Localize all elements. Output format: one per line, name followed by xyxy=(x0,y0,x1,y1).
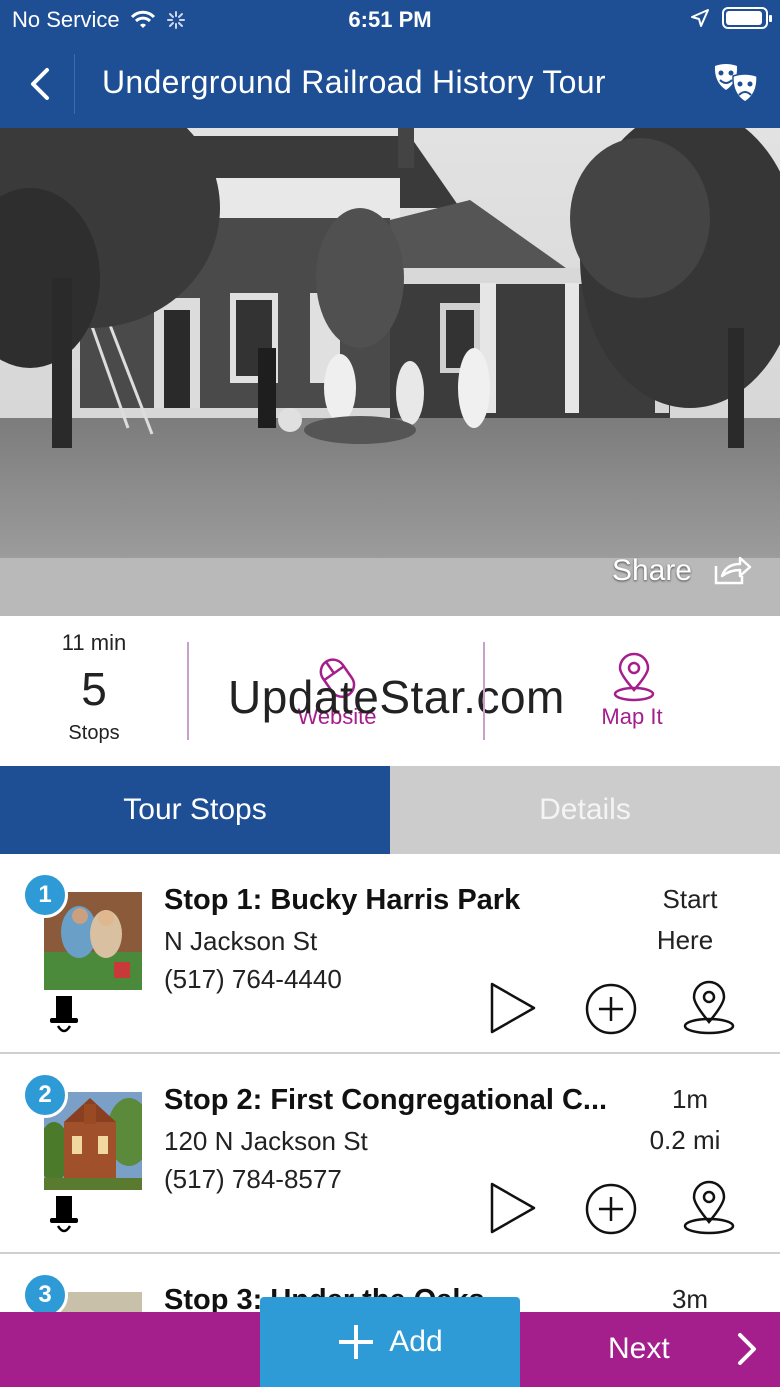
location-arrow-icon xyxy=(691,9,709,27)
stop-time-label: 1m xyxy=(671,1084,709,1114)
add-button[interactable]: Add xyxy=(260,1297,520,1387)
play-icon[interactable] xyxy=(488,980,538,1036)
status-bar: No Service 6:51 PM xyxy=(0,0,780,40)
list-item[interactable]: 1 Stop 1: Bucky Harris Park N Jackson St… xyxy=(0,854,780,1054)
info-divider xyxy=(187,642,189,740)
tab-tour-stops[interactable]: Tour Stops xyxy=(0,766,390,854)
stop-address: 120 N Jackson St xyxy=(164,1126,368,1156)
next-button[interactable]: Next xyxy=(520,1312,780,1387)
stop-number-badge: 2 xyxy=(22,1072,68,1118)
map-pin-icon xyxy=(613,652,655,702)
share-label: Share xyxy=(611,554,692,587)
info-divider xyxy=(483,642,485,740)
chevron-right-icon xyxy=(738,1333,756,1365)
stops-label: Stops xyxy=(68,722,120,744)
stops-count: 5 xyxy=(81,663,107,715)
play-icon[interactable] xyxy=(488,1180,538,1236)
share-icon xyxy=(714,556,752,585)
stop-name: Stop 2: First Congregational C... xyxy=(164,1084,608,1116)
historic-house-photo xyxy=(0,128,780,616)
clock: 6:51 PM xyxy=(348,7,432,32)
tab-bar: Tour Stops Details xyxy=(0,766,780,854)
map-it-button[interactable]: Map It xyxy=(486,616,780,766)
add-circle-icon[interactable] xyxy=(584,1182,638,1236)
tab-details[interactable]: Details xyxy=(390,766,780,854)
tour-duration: 11 min xyxy=(61,630,127,655)
tour-hero-image: Share xyxy=(0,128,780,616)
stop-name: Stop 1: Bucky Harris Park xyxy=(164,884,521,916)
map-pin-icon[interactable] xyxy=(682,1178,736,1236)
stop-number-badge: 1 xyxy=(22,872,68,918)
battery-level xyxy=(726,11,763,25)
tour-stats: 11 min 5 Stops xyxy=(0,616,188,766)
plus-icon xyxy=(339,1325,374,1359)
share-button[interactable]: Share xyxy=(612,554,752,588)
list-item[interactable]: 2 Stop 2: First Congregational C... 120 … xyxy=(0,1054,780,1254)
map-it-label: Map It xyxy=(601,704,663,729)
tour-stops-list: 1 Stop 1: Bucky Harris Park N Jackson St… xyxy=(0,854,780,1312)
stop-phone[interactable]: (517) 784-8577 xyxy=(164,1164,342,1195)
stop-phone[interactable]: (517) 764-4440 xyxy=(164,964,342,995)
top-hat-icon xyxy=(50,1196,78,1233)
add-circle-icon[interactable] xyxy=(584,982,638,1036)
top-hat-icon xyxy=(50,996,78,1033)
nav-divider xyxy=(74,54,75,114)
theater-masks-icon[interactable] xyxy=(712,62,760,106)
next-label: Next xyxy=(608,1332,670,1365)
stop-number-badge: 3 xyxy=(22,1272,68,1312)
tour-info-row: 11 min 5 Stops Website UpdateStar.com Ma… xyxy=(0,616,780,766)
stop-distance-label: Here xyxy=(656,925,714,955)
stop-distance-label: 0.2 mi xyxy=(649,1125,721,1155)
page-title: Underground Railroad History Tour xyxy=(102,64,606,100)
stop-address: N Jackson St xyxy=(164,926,318,956)
map-pin-icon[interactable] xyxy=(682,978,736,1036)
back-button[interactable] xyxy=(14,60,64,108)
battery-icon xyxy=(722,7,772,29)
stop-time-label: 3m xyxy=(671,1284,709,1312)
chevron-left-icon xyxy=(31,68,49,100)
add-label: Add xyxy=(389,1325,443,1358)
stop-time-label: Start xyxy=(662,884,718,914)
nav-bar: Underground Railroad History Tour xyxy=(0,40,780,128)
